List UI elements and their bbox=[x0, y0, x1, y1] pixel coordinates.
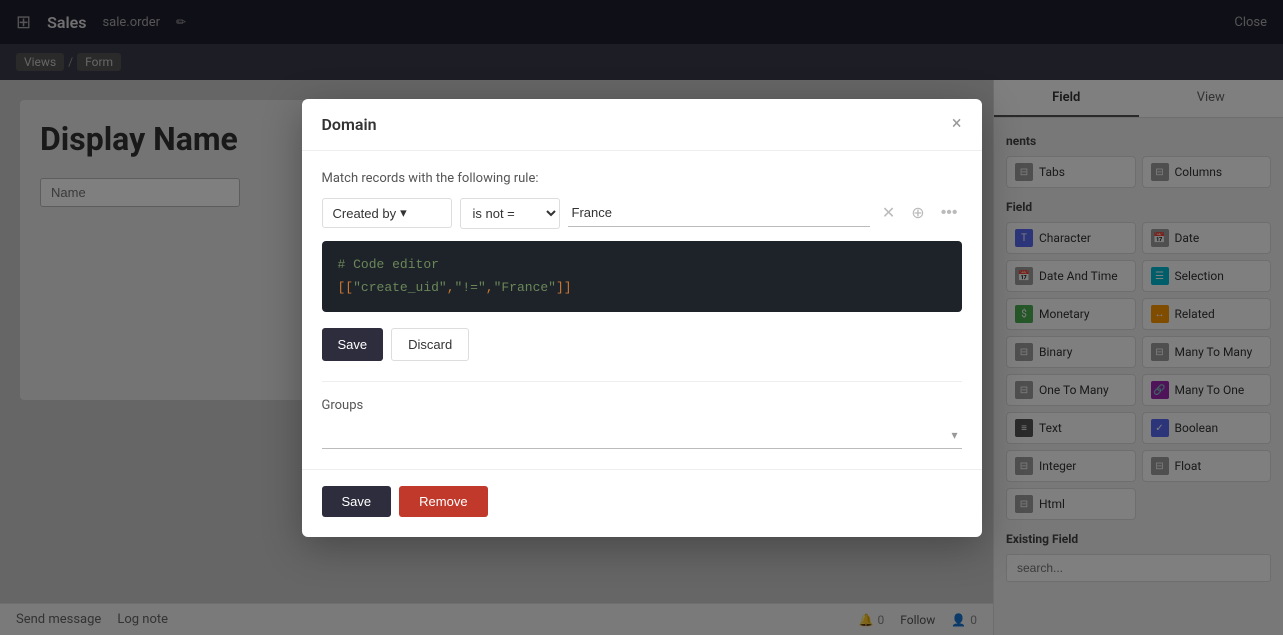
footer-save-button[interactable]: Save bbox=[322, 486, 392, 517]
modal-header: Domain × bbox=[302, 99, 982, 151]
groups-select[interactable] bbox=[322, 421, 962, 449]
modal-actions: Save Discard bbox=[322, 328, 962, 361]
match-rule-text: Match records with the following rule: bbox=[322, 171, 962, 186]
rule-row: Created by ▾ is not = ✕ ⊕ ••• bbox=[322, 198, 962, 229]
modal-overlay: Domain × Match records with the followin… bbox=[0, 0, 1283, 635]
code-string-op: "!=" bbox=[455, 280, 486, 295]
code-comment: # Code editor bbox=[338, 257, 946, 272]
groups-section: Groups ▾ bbox=[322, 381, 962, 449]
footer-remove-button[interactable]: Remove bbox=[399, 486, 487, 517]
rule-more-button[interactable]: ••• bbox=[937, 200, 962, 226]
modal-discard-button[interactable]: Discard bbox=[391, 328, 469, 361]
groups-label: Groups bbox=[322, 398, 962, 413]
rule-delete-button[interactable]: ✕ bbox=[878, 199, 899, 227]
modal-title: Domain bbox=[322, 115, 377, 134]
groups-row: ▾ bbox=[322, 421, 962, 449]
rule-field-arrow: ▾ bbox=[400, 205, 407, 221]
rule-add-button[interactable]: ⊕ bbox=[907, 199, 928, 227]
rule-field-label: Created by bbox=[333, 206, 397, 221]
domain-modal: Domain × Match records with the followin… bbox=[302, 99, 982, 537]
modal-close-button[interactable]: × bbox=[952, 115, 962, 133]
code-string-val: "France" bbox=[494, 280, 556, 295]
modal-footer: Save Remove bbox=[302, 469, 982, 537]
modal-body: Match records with the following rule: C… bbox=[302, 151, 982, 469]
modal-save-button[interactable]: Save bbox=[322, 328, 384, 361]
rule-field-button[interactable]: Created by ▾ bbox=[322, 198, 452, 228]
rule-operator-select[interactable]: is not = bbox=[460, 198, 560, 229]
code-bracket-close: ]] bbox=[556, 280, 572, 295]
code-string-uid: "create_uid" bbox=[353, 280, 447, 295]
code-editor: # Code editor [["create_uid","!=","Franc… bbox=[322, 241, 962, 312]
rule-value-input[interactable] bbox=[568, 199, 870, 227]
code-bracket-open: [[ bbox=[338, 280, 354, 295]
code-line: [["create_uid","!=","France"]] bbox=[338, 280, 572, 295]
